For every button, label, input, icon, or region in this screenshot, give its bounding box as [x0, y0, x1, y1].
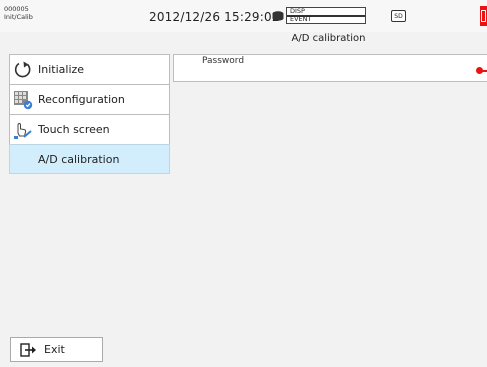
menu-item-label: Reconfiguration [38, 93, 125, 106]
database-icon [272, 11, 284, 21]
sd-card-icon: SD [391, 10, 406, 22]
exit-icon [20, 343, 36, 357]
sidebar-menu: Initialize Reconfiguration Touch screen … [9, 54, 170, 174]
event-label: EVENT [290, 15, 312, 23]
alarm-icon[interactable] [480, 6, 487, 26]
datetime: 2012/12/26 15:29:02 [149, 10, 280, 24]
menu-item-label: A/D calibration [38, 153, 120, 166]
menu-item-reconfiguration[interactable]: Reconfiguration [9, 84, 170, 114]
memory-status: DISP EVENT [286, 7, 366, 24]
page-title: A/D calibration [291, 33, 366, 44]
disp-label: DISP [290, 7, 305, 15]
touch-calibration-icon [14, 122, 32, 139]
exit-button[interactable]: Exit [10, 337, 103, 362]
required-indicator-line [482, 70, 487, 72]
refresh-icon [14, 61, 31, 78]
status-code-number: 000005 [4, 5, 29, 13]
status-mode: Init/Calib [4, 13, 33, 21]
status-code: 000005 Init/Calib [4, 5, 33, 21]
menu-item-label: Initialize [38, 63, 85, 76]
menu-item-touch-screen-calibration[interactable]: Touch screen calibration [9, 114, 170, 165]
reconfiguration-icon [14, 91, 33, 110]
menu-item-ad-calibration[interactable]: A/D calibration [9, 144, 170, 174]
menu-item-initialize[interactable]: Initialize [9, 54, 170, 84]
password-row[interactable]: Password [173, 54, 487, 82]
status-bar: 000005 Init/Calib 2012/12/26 15:29:02 DI… [0, 0, 487, 32]
exit-label: Exit [44, 343, 65, 356]
password-label: Password [202, 56, 245, 66]
